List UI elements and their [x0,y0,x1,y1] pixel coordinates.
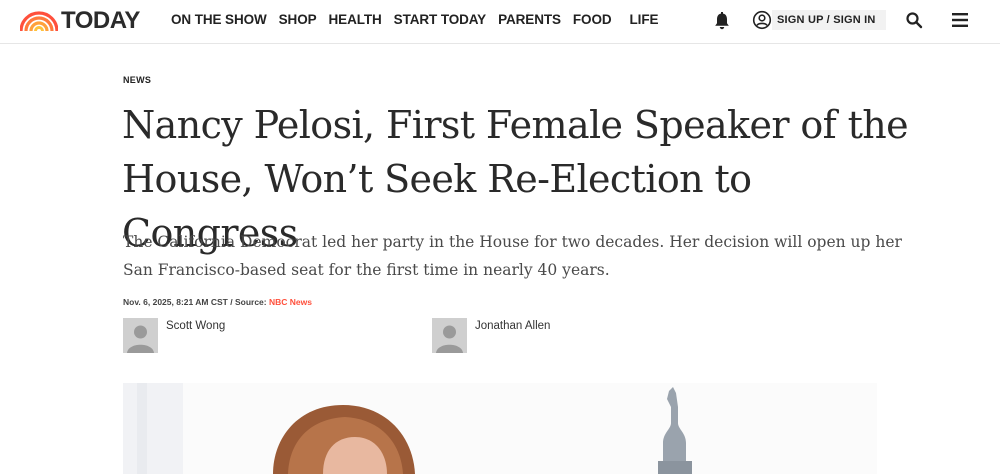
author-byline[interactable]: Jonathan Allen [432,318,550,354]
hero-image [123,383,877,474]
logo-wordmark: TODAY [61,7,140,34]
author-byline[interactable]: Scott Wong [123,318,225,354]
nav-item-parents[interactable]: PARENTS [498,12,561,28]
user-circle-icon [752,10,772,30]
nav-item-shop[interactable]: SHOP [279,12,317,28]
source-link[interactable]: NBC News [269,297,312,307]
nav-item-food[interactable]: FOOD [573,12,612,28]
sign-up-label: SIGN UP / SIGN IN [777,14,876,26]
article-meta: Nov. 6, 2025, 8:21 AM CST / Source: NBC … [123,297,312,307]
nav-item-on-the-show[interactable]: ON THE SHOW [171,12,267,28]
avatar-placeholder-icon [432,318,467,353]
site-header: TODAY ON THE SHOW SHOP HEALTH START TODA… [0,0,1000,44]
article-timestamp: Nov. 6, 2025, 8:21 AM CST / Source: [123,297,269,307]
article-category-link[interactable]: NEWS [123,75,151,85]
avatar-placeholder-icon [123,318,158,353]
search-icon[interactable] [905,11,923,29]
sign-up-sign-in-button[interactable]: SIGN UP / SIGN IN [752,10,886,30]
author-name[interactable]: Scott Wong [166,320,225,332]
nav-item-life[interactable]: LIFE [630,12,659,28]
today-logo[interactable]: TODAY [20,8,140,34]
nav-item-start-today[interactable]: START TODAY [394,12,487,28]
hamburger-menu-icon[interactable] [952,13,968,27]
rainbow-logo-icon [20,11,58,31]
author-name[interactable]: Jonathan Allen [475,320,550,332]
article-dek: The California Democrat led her party in… [123,233,902,279]
nav-item-health[interactable]: HEALTH [329,12,382,28]
main-nav: ON THE SHOW SHOP HEALTH START TODAY PARE… [171,12,670,28]
bell-icon[interactable] [712,11,732,31]
